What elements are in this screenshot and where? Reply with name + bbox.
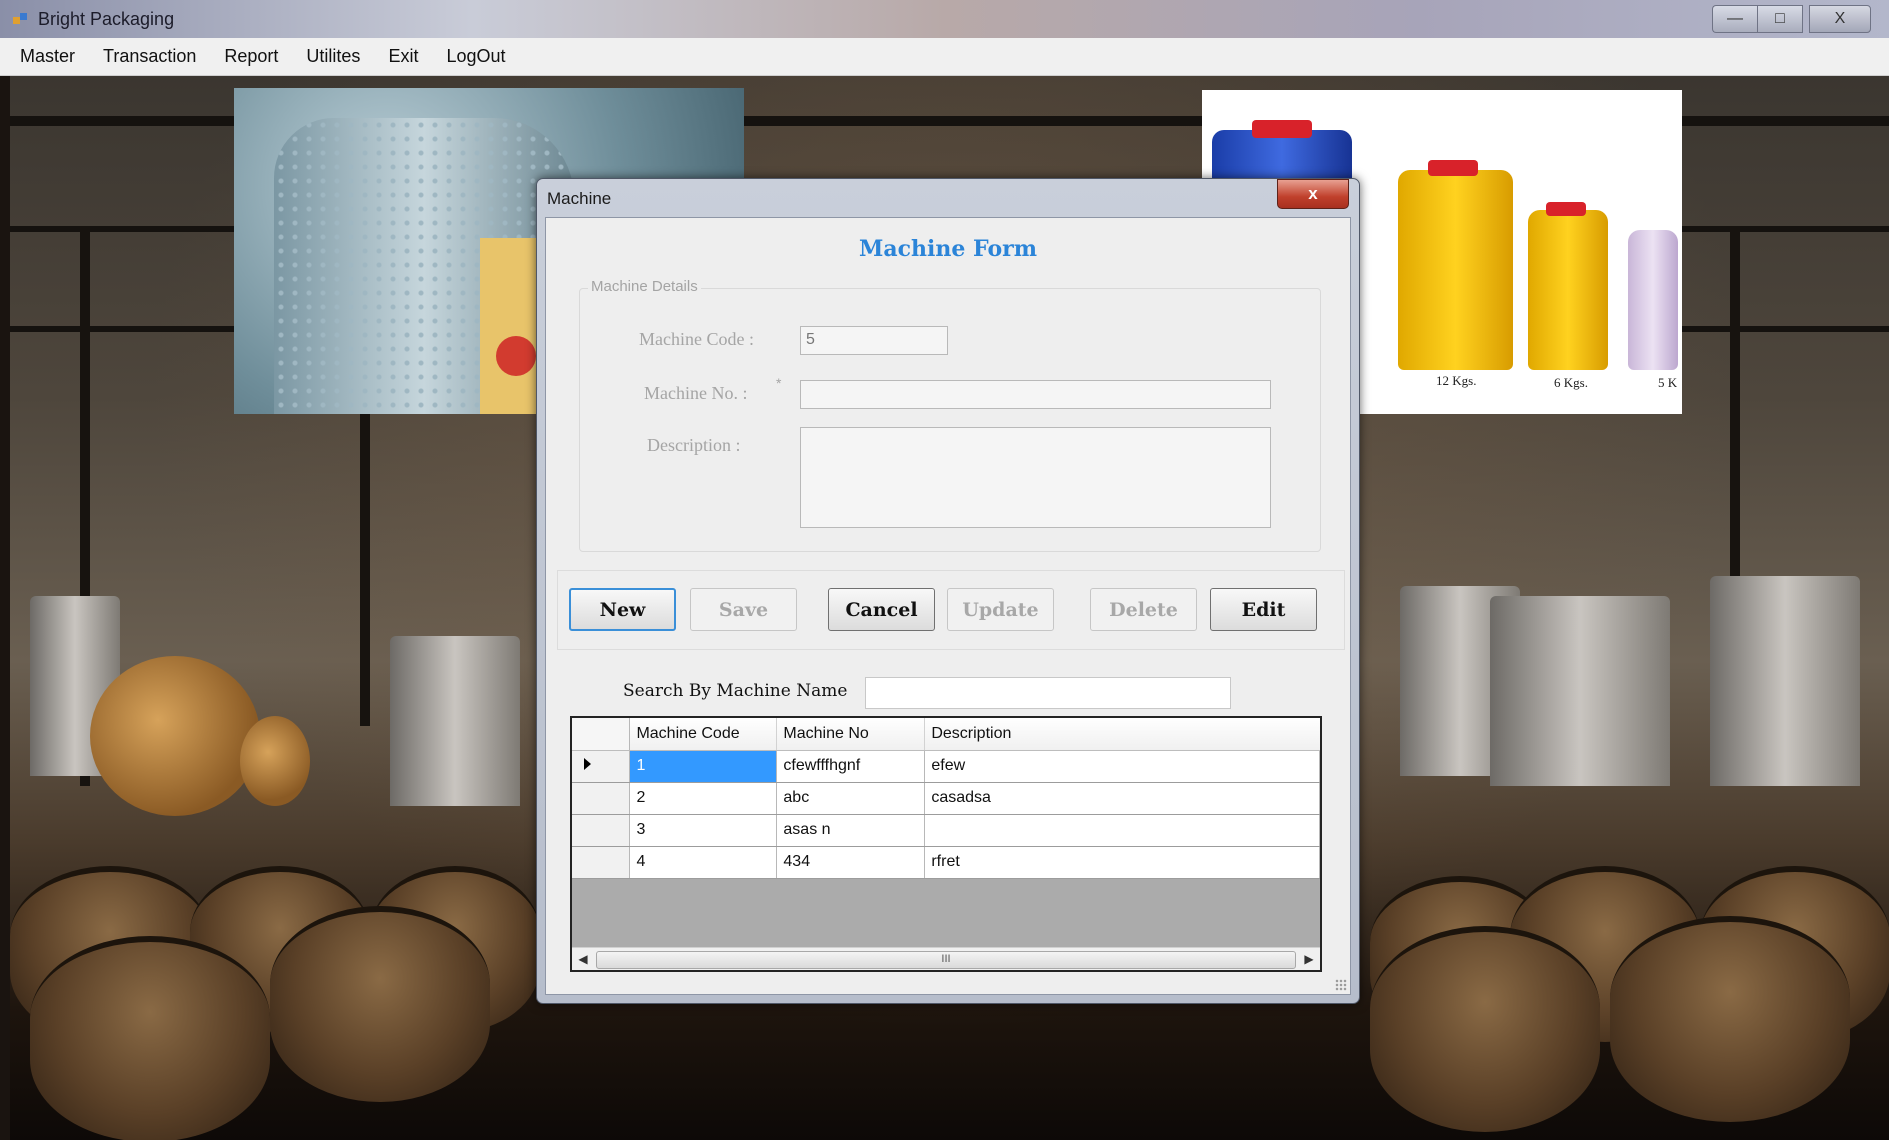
red-lid bbox=[1252, 120, 1312, 138]
close-button[interactable]: X bbox=[1809, 5, 1871, 33]
menubar: Master Transaction Report Utilites Exit … bbox=[0, 38, 1889, 76]
cell-machine-no[interactable]: 434 bbox=[776, 846, 926, 879]
jar-label: 5 K bbox=[1658, 375, 1678, 390]
column-header-description[interactable]: Description bbox=[924, 718, 1320, 751]
barrel bbox=[270, 906, 490, 1102]
cell-machine-no[interactable]: asas n bbox=[776, 814, 926, 847]
scroll-left-icon[interactable]: ◀ bbox=[572, 948, 594, 970]
group-legend: Machine Details bbox=[588, 278, 701, 295]
search-label: Search By Machine Name bbox=[623, 681, 848, 701]
copper-still bbox=[240, 716, 310, 806]
window-title: Bright Packaging bbox=[38, 9, 175, 29]
cell-machine-no[interactable]: cfewfffhgnf bbox=[776, 750, 926, 783]
update-button[interactable]: Update bbox=[947, 588, 1054, 631]
row-header[interactable] bbox=[572, 814, 631, 847]
cell-description[interactable]: casadsa bbox=[924, 782, 1320, 815]
steel-tank bbox=[390, 636, 520, 806]
copper-still bbox=[90, 656, 260, 816]
menu-utilites[interactable]: Utilites bbox=[306, 46, 360, 67]
jar-label: 6 Kgs. bbox=[1554, 375, 1588, 390]
cell-machine-no[interactable]: abc bbox=[776, 782, 926, 815]
machine-code-label: Machine Code : bbox=[639, 329, 754, 349]
cell-description[interactable]: rfret bbox=[924, 846, 1320, 879]
jar-label: 12 Kgs. bbox=[1436, 373, 1477, 388]
dialog-title: Machine bbox=[547, 189, 612, 208]
red-lid bbox=[1546, 202, 1586, 216]
yellow-jerrycan bbox=[1528, 210, 1608, 370]
menu-report[interactable]: Report bbox=[224, 46, 278, 67]
row-header[interactable] bbox=[572, 846, 631, 879]
table-row[interactable]: 1 cfewfffhgnf efew bbox=[572, 750, 1320, 783]
minimize-button[interactable]: — bbox=[1712, 5, 1757, 33]
steel-tank bbox=[1490, 596, 1670, 786]
menu-logout[interactable]: LogOut bbox=[446, 46, 505, 67]
red-lid bbox=[1428, 160, 1478, 176]
app-icon bbox=[13, 13, 27, 24]
barrel bbox=[1610, 916, 1850, 1122]
scrollbar-thumb[interactable]: III bbox=[596, 951, 1296, 969]
barrel bbox=[30, 936, 270, 1140]
yellow-jerrycan bbox=[1398, 170, 1513, 370]
table-row[interactable]: 4 434 rfret bbox=[572, 846, 1320, 879]
machine-no-input[interactable] bbox=[800, 380, 1271, 409]
row-header[interactable] bbox=[572, 750, 631, 783]
resize-grip-icon[interactable] bbox=[1335, 979, 1347, 991]
menu-transaction[interactable]: Transaction bbox=[103, 46, 196, 67]
purple-jerrycan bbox=[1628, 230, 1678, 370]
cell-machine-code[interactable]: 4 bbox=[629, 846, 778, 879]
required-marker: * bbox=[776, 375, 782, 391]
maximize-button[interactable]: □ bbox=[1757, 5, 1803, 33]
cell-machine-code[interactable]: 3 bbox=[629, 814, 778, 847]
edit-button[interactable]: Edit bbox=[1210, 588, 1317, 631]
cancel-button[interactable]: Cancel bbox=[828, 588, 935, 631]
menu-master[interactable]: Master bbox=[20, 46, 75, 67]
oil-drop-logo bbox=[496, 336, 536, 376]
machine-no-label: Machine No. : bbox=[644, 383, 748, 403]
column-header-machine-code[interactable]: Machine Code bbox=[629, 718, 778, 751]
dialog-client-area: Machine Form Machine Details Machine Cod… bbox=[545, 217, 1351, 995]
delete-button[interactable]: Delete bbox=[1090, 588, 1197, 631]
barrel bbox=[1370, 926, 1600, 1132]
grid-corner-header bbox=[572, 718, 631, 751]
window-titlebar: Bright Packaging — □ X bbox=[0, 0, 1889, 39]
machine-grid[interactable]: Machine Code Machine No Description 1 cf… bbox=[570, 716, 1322, 972]
cell-machine-code[interactable]: 1 bbox=[629, 750, 778, 783]
table-row[interactable]: 3 asas n bbox=[572, 814, 1320, 847]
machine-code-input[interactable]: 5 bbox=[800, 326, 948, 355]
table-row[interactable]: 2 abc casadsa bbox=[572, 782, 1320, 815]
current-row-arrow-icon bbox=[584, 758, 591, 770]
row-header[interactable] bbox=[572, 782, 631, 815]
horizontal-scrollbar[interactable]: ◀ III ▶ bbox=[572, 947, 1320, 970]
form-title: Machine Form bbox=[859, 236, 1037, 262]
save-button[interactable]: Save bbox=[690, 588, 797, 631]
dialog-close-button[interactable]: x bbox=[1277, 179, 1349, 209]
column-header-machine-no[interactable]: Machine No bbox=[776, 718, 926, 751]
cell-machine-code[interactable]: 2 bbox=[629, 782, 778, 815]
grid-header-row: Machine Code Machine No Description bbox=[572, 718, 1320, 751]
scroll-right-icon[interactable]: ▶ bbox=[1298, 948, 1320, 970]
menu-exit[interactable]: Exit bbox=[388, 46, 418, 67]
search-input[interactable] bbox=[865, 677, 1231, 709]
cell-description[interactable] bbox=[924, 814, 1320, 847]
steel-tank bbox=[1710, 576, 1860, 786]
new-button[interactable]: New bbox=[569, 588, 676, 631]
cell-description[interactable]: efew bbox=[924, 750, 1320, 783]
machine-dialog: Machine x Machine Form Machine Details M… bbox=[536, 178, 1360, 1004]
description-textarea[interactable] bbox=[800, 427, 1271, 528]
description-label: Description : bbox=[647, 435, 741, 455]
